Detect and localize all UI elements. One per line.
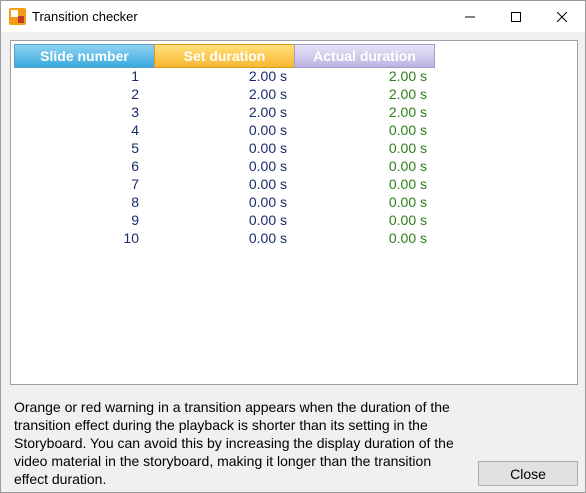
table-row[interactable]: 8 0.00 s 0.00 s: [11, 194, 577, 212]
actual-duration-cell: 0.00 s: [388, 194, 427, 210]
set-duration-cell: 2.00 s: [248, 86, 287, 102]
window-title: Transition checker: [32, 9, 138, 24]
slide-number-cell: 5: [131, 140, 139, 156]
column-header-slide-number[interactable]: Slide number: [14, 44, 155, 68]
slide-number-cell: 8: [131, 194, 139, 210]
set-duration-cell: 0.00 s: [248, 212, 287, 228]
actual-duration-cell: 0.00 s: [388, 140, 427, 156]
table-row[interactable]: 9 0.00 s 0.00 s: [11, 212, 577, 230]
slide-number-cell: 4: [131, 122, 139, 138]
set-duration-cell: 2.00 s: [248, 104, 287, 120]
set-duration-cell: 2.00 s: [248, 68, 287, 84]
table-row[interactable]: 5 0.00 s 0.00 s: [11, 140, 577, 158]
actual-duration-cell: 2.00 s: [388, 86, 427, 102]
slide-number-cell: 6: [131, 158, 139, 174]
slide-number-cell: 3: [131, 104, 139, 120]
maximize-icon: [511, 11, 521, 22]
slide-number-cell: 7: [131, 176, 139, 192]
column-header-actual-duration[interactable]: Actual duration: [294, 44, 435, 68]
set-duration-cell: 0.00 s: [248, 194, 287, 210]
transition-checker-window: Transition checker Slide number Set dura…: [0, 0, 586, 493]
slide-number-cell: 1: [131, 68, 139, 84]
actual-duration-cell: 0.00 s: [388, 176, 427, 192]
maximize-button[interactable]: [493, 1, 539, 32]
table-row[interactable]: 7 0.00 s 0.00 s: [11, 176, 577, 194]
set-duration-cell: 0.00 s: [248, 176, 287, 192]
set-duration-cell: 0.00 s: [248, 122, 287, 138]
info-message: Orange or red warning in a transition ap…: [14, 399, 454, 487]
table-row[interactable]: 2 2.00 s 2.00 s: [11, 86, 577, 104]
app-logo-icon: [9, 8, 26, 25]
table-row[interactable]: 10 0.00 s 0.00 s: [11, 230, 577, 248]
minimize-icon: [465, 16, 475, 17]
actual-duration-cell: 0.00 s: [388, 212, 427, 228]
actual-duration-cell: 2.00 s: [388, 68, 427, 84]
close-window-button[interactable]: [539, 1, 585, 32]
slide-number-cell: 10: [123, 230, 139, 246]
close-button[interactable]: Close: [478, 461, 578, 486]
close-icon: [557, 11, 567, 22]
transition-table[interactable]: Slide number Set duration Actual duratio…: [10, 40, 578, 385]
column-header-set-duration[interactable]: Set duration: [154, 44, 295, 68]
actual-duration-cell: 0.00 s: [388, 230, 427, 246]
slide-number-cell: 2: [131, 86, 139, 102]
slide-number-cell: 9: [131, 212, 139, 228]
table-row[interactable]: 3 2.00 s 2.00 s: [11, 104, 577, 122]
set-duration-cell: 0.00 s: [248, 140, 287, 156]
title-bar[interactable]: Transition checker: [1, 1, 585, 32]
table-row[interactable]: 1 2.00 s 2.00 s: [11, 68, 577, 86]
set-duration-cell: 0.00 s: [248, 230, 287, 246]
actual-duration-cell: 0.00 s: [388, 158, 427, 174]
actual-duration-cell: 2.00 s: [388, 104, 427, 120]
actual-duration-cell: 0.00 s: [388, 122, 427, 138]
minimize-button[interactable]: [447, 1, 493, 32]
set-duration-cell: 0.00 s: [248, 158, 287, 174]
table-row[interactable]: 6 0.00 s 0.00 s: [11, 158, 577, 176]
table-row[interactable]: 4 0.00 s 0.00 s: [11, 122, 577, 140]
